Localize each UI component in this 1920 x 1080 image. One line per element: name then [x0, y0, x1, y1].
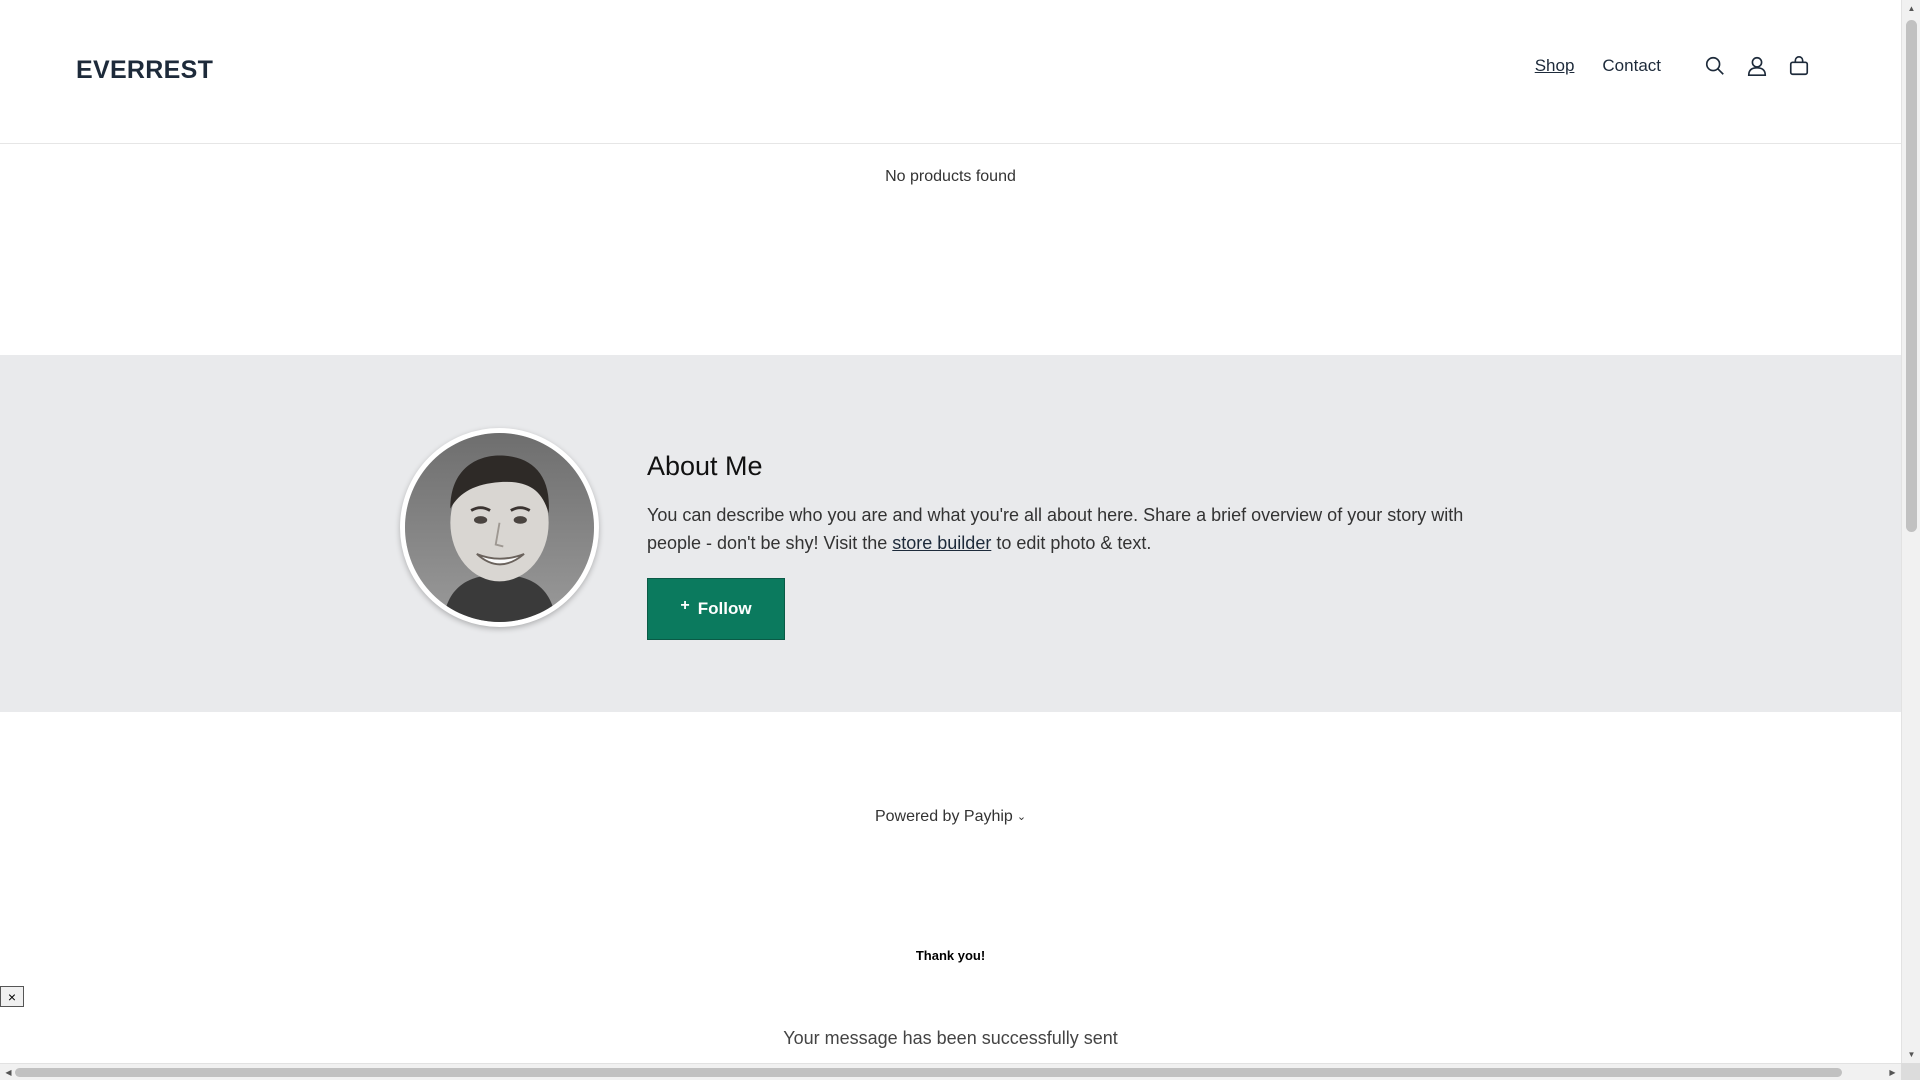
chevron-down-icon: ⌄: [1016, 811, 1027, 823]
scroll-down-arrow-icon[interactable]: ▼: [1902, 1046, 1920, 1063]
scroll-up-arrow-icon[interactable]: ▲: [1902, 0, 1920, 17]
vertical-scroll-thumb[interactable]: [1906, 20, 1917, 532]
horizontal-scrollbar[interactable]: ◀ ▶: [0, 1063, 1901, 1080]
powered-by-payhip[interactable]: Powered by Payhip ⌄: [0, 808, 1901, 826]
scrollbar-corner: [1901, 1063, 1920, 1080]
vertical-scrollbar[interactable]: ▲ ▼: [1901, 0, 1920, 1063]
about-description: You can describe who you are and what yo…: [647, 501, 1517, 557]
page: EVERREST Shop Contact No products found: [0, 0, 1901, 1063]
scroll-right-arrow-icon[interactable]: ▶: [1884, 1064, 1901, 1080]
horizontal-scroll-thumb[interactable]: [15, 1068, 1842, 1077]
notification-title: Thank you!: [915, 948, 986, 963]
header-icons: [1685, 54, 1811, 78]
store-logo[interactable]: EVERREST: [76, 56, 213, 85]
account-icon[interactable]: [1745, 54, 1769, 78]
notification-message: Your message has been successfully sent: [783, 1028, 1118, 1048]
main-nav: Shop Contact: [1507, 54, 1811, 78]
avatar: [400, 428, 599, 627]
about-text-end: to edit photo & text.: [991, 533, 1152, 553]
follow-button[interactable]: + Follow: [647, 578, 785, 640]
cart-icon[interactable]: [1787, 54, 1811, 78]
about-title: About Me: [647, 451, 763, 481]
plus-icon: +: [680, 597, 690, 614]
nav-shop-link[interactable]: Shop: [1535, 56, 1575, 76]
about-section: About Me You can describe who you are an…: [0, 355, 1901, 712]
search-icon[interactable]: [1703, 54, 1727, 78]
site-header: EVERREST Shop Contact: [0, 0, 1901, 144]
powered-by-label: Powered by Payhip: [874, 808, 1013, 825]
follow-button-label: Follow: [697, 599, 752, 618]
avatar-photo: [405, 433, 594, 622]
nav-contact-link[interactable]: Contact: [1602, 56, 1661, 76]
empty-products-message: No products found: [885, 168, 1016, 185]
store-builder-link[interactable]: store builder: [892, 533, 991, 553]
notification-close-button[interactable]: ×: [0, 986, 24, 1007]
